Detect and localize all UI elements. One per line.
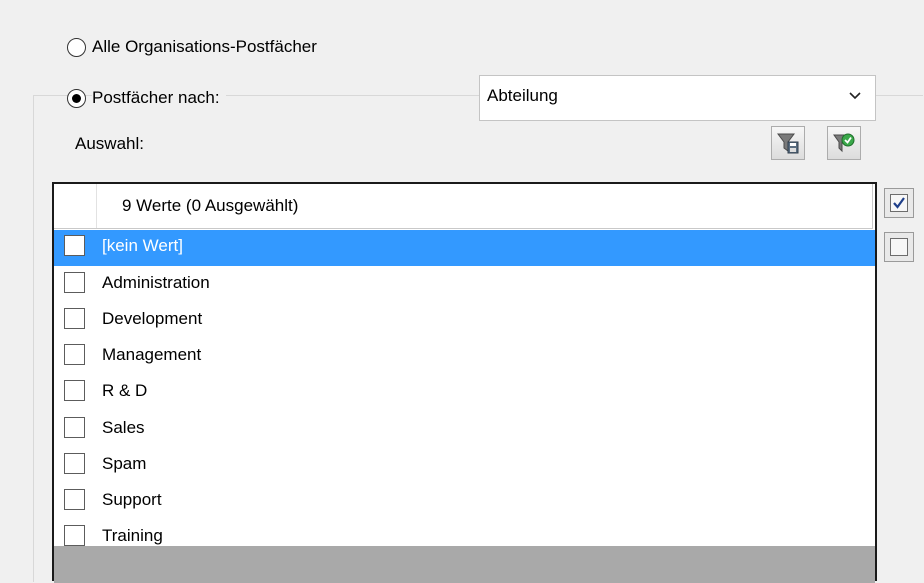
values-list-header: 9 Werte (0 Ausgewählt) (54, 184, 873, 229)
list-item-label: Support (102, 490, 162, 509)
header-separator (96, 184, 97, 228)
values-list-footer (54, 546, 875, 583)
list-item[interactable]: Development (54, 303, 875, 339)
uncheck-all-icon (890, 238, 908, 256)
select-none-button[interactable] (884, 232, 914, 262)
list-item-checkbox[interactable] (64, 272, 85, 293)
list-item-checkbox[interactable] (64, 417, 85, 438)
list-item-label: Spam (102, 454, 147, 473)
list-item-label: [kein Wert] (102, 236, 183, 255)
radio-all-mailboxes-label[interactable]: Alle Organisations-Postfächer (92, 37, 323, 57)
filter-save-icon (777, 133, 799, 154)
list-item-label: Development (102, 309, 203, 328)
list-item-checkbox[interactable] (64, 380, 85, 401)
property-dropdown[interactable]: Abteilung (479, 75, 876, 121)
list-item-label: Management (102, 345, 202, 364)
list-item[interactable]: Sales (54, 412, 875, 448)
list-item-label: Training (102, 526, 163, 545)
filter-apply-icon (833, 133, 855, 153)
filter-apply-button[interactable] (827, 126, 861, 160)
list-item-checkbox[interactable] (64, 308, 85, 329)
select-all-button[interactable] (884, 188, 914, 218)
list-item[interactable]: R & D (54, 375, 875, 411)
list-item-checkbox[interactable] (64, 453, 85, 474)
radio-mailboxes-by-label[interactable]: Postfächer nach: (92, 88, 226, 108)
property-dropdown-value: Abteilung (487, 86, 558, 105)
check-all-icon (890, 194, 908, 212)
radio-all-mailboxes[interactable] (67, 38, 86, 57)
list-item-checkbox[interactable] (64, 235, 85, 256)
list-item[interactable]: Support (54, 484, 875, 520)
filter-save-button[interactable] (771, 126, 805, 160)
list-item-label: Administration (102, 273, 210, 292)
list-item-label: R & D (102, 381, 148, 400)
header-right-separator (872, 184, 873, 228)
list-item[interactable]: Administration (54, 267, 875, 303)
list-item-checkbox[interactable] (64, 489, 85, 510)
list-item[interactable]: Management (54, 339, 875, 375)
chevron-down-icon (849, 92, 861, 100)
radio-mailboxes-by[interactable] (67, 89, 86, 108)
values-count: 9 Werte (0 Ausgewählt) (122, 196, 299, 215)
values-list[interactable]: 9 Werte (0 Ausgewählt) [kein Wert] Admin… (52, 182, 877, 583)
list-item-checkbox[interactable] (64, 344, 85, 365)
list-item-checkbox[interactable] (64, 525, 85, 546)
selection-label: Auswahl: (75, 134, 150, 154)
list-item[interactable]: [kein Wert] (54, 230, 875, 266)
list-item[interactable]: Spam (54, 448, 875, 484)
list-item-label: Sales (102, 418, 145, 437)
